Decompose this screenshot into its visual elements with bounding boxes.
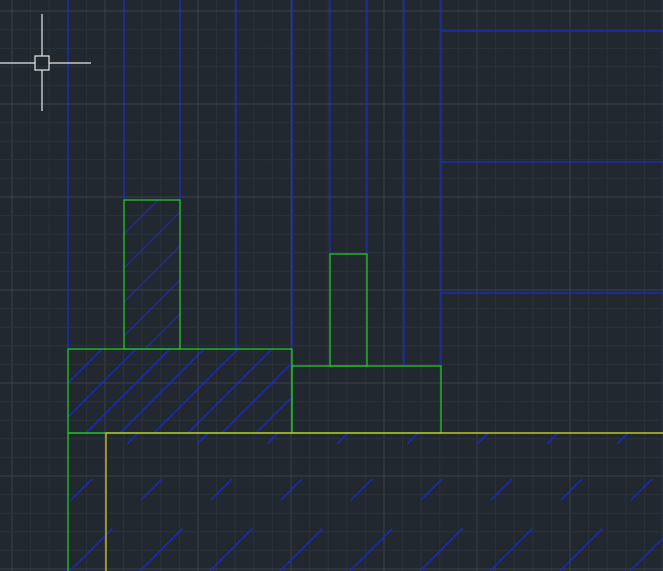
cad-viewport[interactable] <box>0 0 663 571</box>
drawing-canvas[interactable] <box>0 0 663 571</box>
